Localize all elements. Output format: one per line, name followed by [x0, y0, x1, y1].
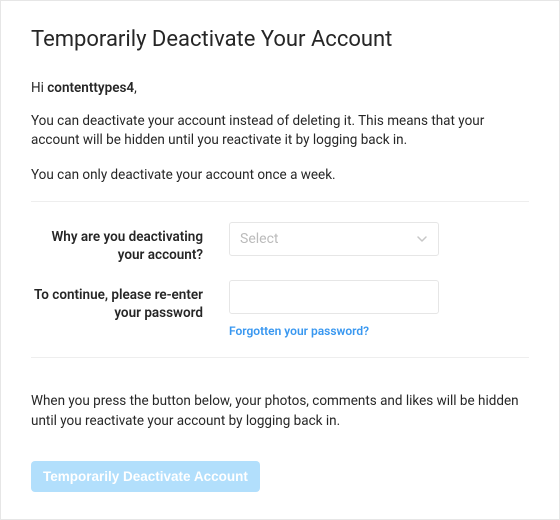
info-text-1: You can deactivate your account instead … — [31, 112, 529, 150]
password-input[interactable] — [229, 280, 439, 314]
reason-control: Select — [229, 222, 439, 256]
page-title: Temporarily Deactivate Your Account — [31, 27, 529, 52]
reason-select[interactable]: Select — [229, 222, 439, 256]
info-text-2: You can only deactivate your account onc… — [31, 166, 529, 185]
greeting-prefix: Hi — [31, 80, 47, 96]
password-label: To continue, please re-enter your passwo… — [31, 280, 229, 322]
greeting-username: contenttypes4 — [47, 80, 134, 96]
reason-label: Why are you deactivating your account? — [31, 222, 229, 264]
deactivate-button[interactable]: Temporarily Deactivate Account — [31, 461, 260, 492]
password-row: To continue, please re-enter your passwo… — [31, 280, 529, 339]
forgot-password-link[interactable]: Forgotten your password? — [229, 324, 369, 338]
deactivate-card: Temporarily Deactivate Your Account Hi c… — [0, 0, 560, 520]
footer-text: When you press the button below, your ph… — [31, 392, 529, 431]
form-section: Why are you deactivating your account? S… — [31, 202, 529, 357]
reason-select-value: Select — [240, 231, 278, 247]
greeting-text: Hi contenttypes4, — [31, 80, 529, 96]
chevron-down-icon — [416, 233, 428, 245]
password-control: Forgotten your password? — [229, 280, 439, 339]
reason-row: Why are you deactivating your account? S… — [31, 222, 529, 264]
greeting-suffix: , — [134, 80, 137, 96]
divider-bottom — [31, 357, 529, 358]
